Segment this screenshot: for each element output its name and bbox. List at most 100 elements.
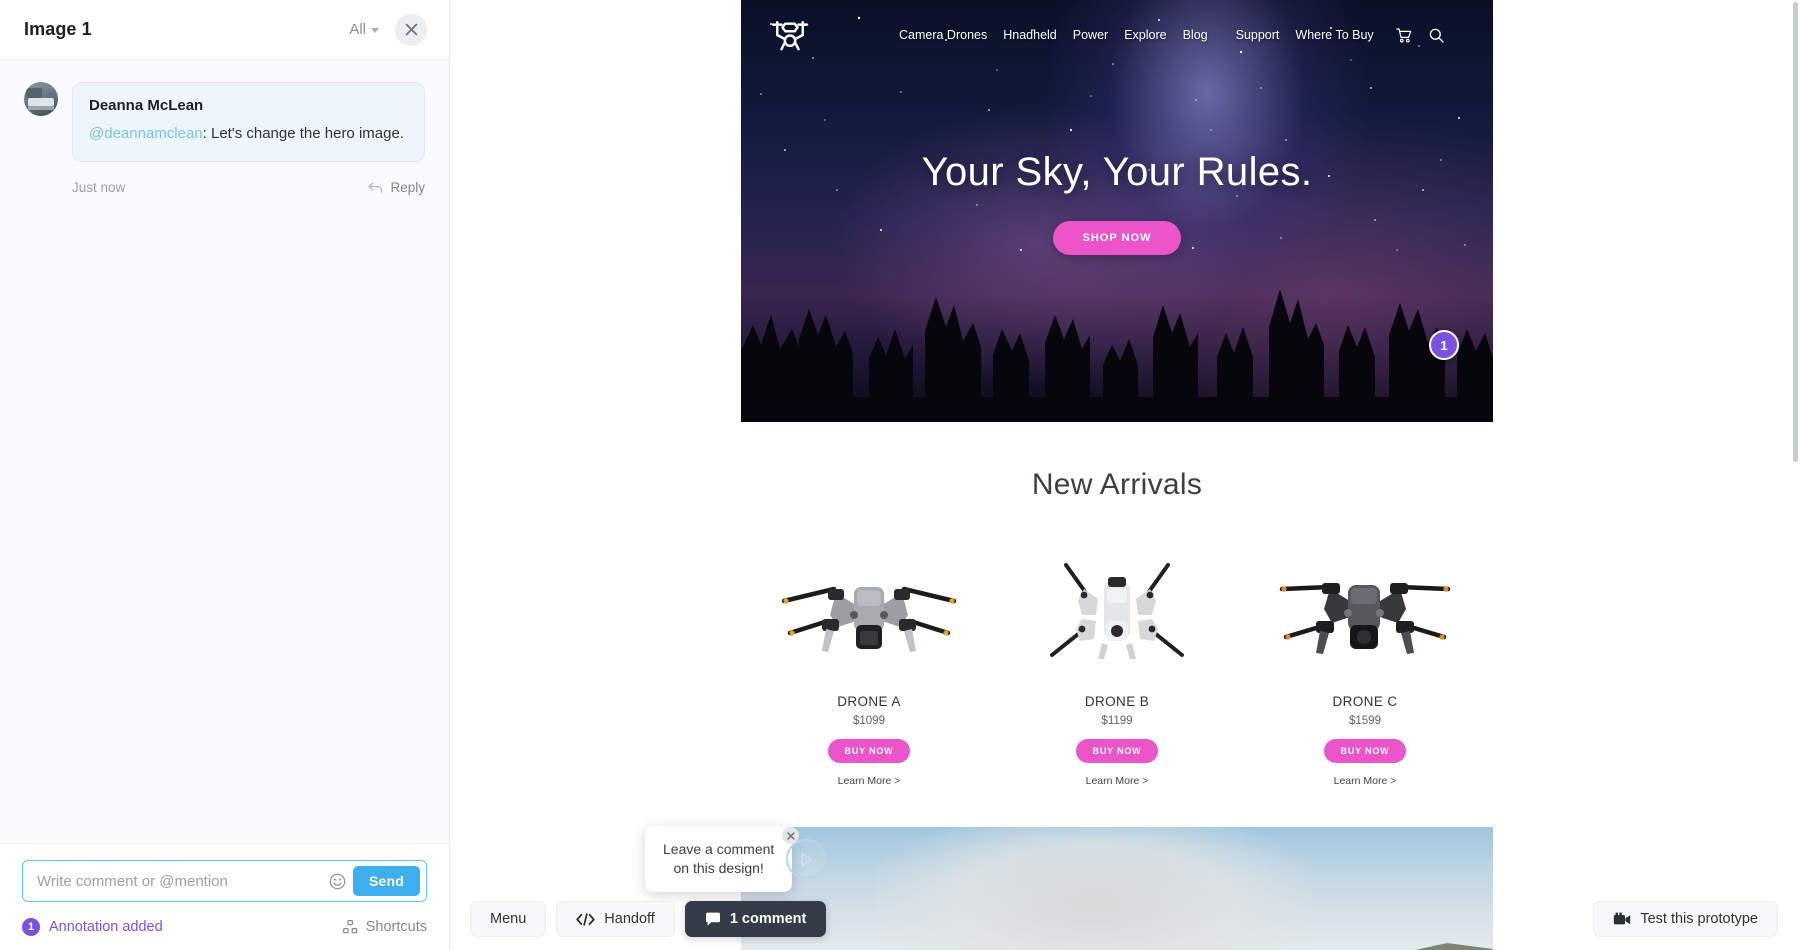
emoji-icon <box>330 873 346 889</box>
hero-title: Your Sky, Your Rules. <box>921 150 1313 194</box>
product-image-drone-a <box>775 556 963 672</box>
avatar <box>24 82 58 116</box>
menu-button[interactable]: Menu <box>470 901 547 937</box>
product-price: $1199 <box>1101 715 1133 727</box>
play-prototype-button[interactable] <box>782 827 827 880</box>
test-prototype-button[interactable]: Test this prototype <box>1593 901 1778 937</box>
tree-silhouette <box>741 289 1493 422</box>
emoji-button[interactable] <box>323 873 353 890</box>
menu-label: Menu <box>490 911 527 927</box>
play-icon <box>800 852 812 866</box>
comment-count-label: 1 comment <box>729 911 807 927</box>
learn-more-link[interactable]: Learn More > <box>775 775 963 787</box>
code-icon <box>576 912 595 926</box>
nav-link-handheld[interactable]: Hnadheld <box>1003 28 1057 42</box>
landscape-banner <box>741 827 1493 950</box>
product-list: DRONE A $1099 BUY NOW Learn More > DRONE… <box>741 556 1493 787</box>
close-panel-button[interactable] <box>395 13 427 46</box>
search-icon[interactable] <box>1429 28 1444 43</box>
product-name: DRONE B <box>1084 694 1150 709</box>
learn-more-link[interactable]: Learn More > <box>1271 775 1459 787</box>
comment-composer: Send <box>22 860 427 902</box>
close-icon <box>405 23 417 36</box>
comment-body: @deannamclean: Let's change the hero ima… <box>89 123 408 145</box>
drone-logo-icon[interactable] <box>769 18 811 52</box>
site-nav: Camera Drones Hnadheld Power Explore Blo… <box>741 0 1493 70</box>
page-title: Image 1 <box>24 19 92 39</box>
comment-meta: Just now Reply <box>72 180 425 195</box>
prototype-frame: Camera Drones Hnadheld Power Explore Blo… <box>741 0 1493 950</box>
dismiss-tooltip-button[interactable] <box>782 827 800 845</box>
comment-list: Deanna McLean @deannamclean: Let's chang… <box>0 60 449 843</box>
comment-bubble: Deanna McLean @deannamclean: Let's chang… <box>72 82 425 162</box>
comment-bubble-icon <box>705 912 720 926</box>
mention-link[interactable]: @deannamclean <box>89 125 203 142</box>
shortcuts-label: Shortcuts <box>365 919 427 935</box>
send-button[interactable]: Send <box>352 866 420 896</box>
product-card[interactable]: DRONE A $1099 BUY NOW Learn More > <box>775 556 963 787</box>
app-root: Image 1 All Deanna McLean @deannamclean:… <box>0 0 1800 950</box>
canyon-cliffs <box>1415 943 1493 950</box>
close-icon <box>787 831 795 840</box>
comment-text: : Let's change the hero image. <box>202 125 404 142</box>
canvas-scrollbar[interactable] <box>1793 2 1798 462</box>
product-price: $1099 <box>853 715 885 727</box>
nav-link-explore[interactable]: Explore <box>1124 28 1166 42</box>
reply-label: Reply <box>390 179 425 195</box>
prototype-canvas[interactable]: Camera Drones Hnadheld Power Explore Blo… <box>450 0 1800 950</box>
onboarding-tooltip: Leave a comment on this design! <box>645 826 827 892</box>
product-card[interactable]: DRONE B $1199 BUY NOW Learn More > <box>1023 556 1211 787</box>
drone-c-illustration <box>1279 583 1451 654</box>
comment-filter-label: All <box>349 21 366 38</box>
nav-link-power[interactable]: Power <box>1073 28 1108 42</box>
product-image-drone-c <box>1271 556 1459 672</box>
comment-count-button[interactable]: 1 comment <box>684 901 827 937</box>
product-image-drone-b <box>1023 556 1211 672</box>
comment-item: Deanna McLean @deannamclean: Let's chang… <box>24 82 425 162</box>
nav-link-blog[interactable]: Blog <box>1183 28 1208 42</box>
comment-author: Deanna McLean <box>89 97 204 114</box>
annotation-status: 1 Annotation added Shortcuts <box>22 918 427 936</box>
new-arrivals-section: New Arrivals DRONE A $1099 BUY NOW Learn… <box>741 422 1493 787</box>
reply-arrow-icon <box>368 182 383 193</box>
handoff-label: Handoff <box>604 911 655 927</box>
comment-input[interactable] <box>23 861 323 901</box>
product-price: $1599 <box>1349 715 1381 727</box>
buy-now-button[interactable]: BUY NOW <box>827 739 911 763</box>
shortcuts-button[interactable]: Shortcuts <box>342 919 427 935</box>
buy-now-button[interactable]: BUY NOW <box>1323 739 1407 763</box>
test-prototype-label: Test this prototype <box>1640 911 1758 927</box>
comment-panel: Image 1 All Deanna McLean @deannamclean:… <box>0 0 450 950</box>
panel-header-actions: All <box>349 13 427 46</box>
panel-header: Image 1 All <box>0 0 449 60</box>
handoff-button[interactable]: Handoff <box>556 901 675 937</box>
drone-a-illustration <box>781 586 957 652</box>
annotation-pin-1[interactable]: 1 <box>1429 330 1459 360</box>
learn-more-link[interactable]: Learn More > <box>1023 775 1211 787</box>
product-card[interactable]: DRONE C $1599 BUY NOW Learn More > <box>1271 556 1459 787</box>
comment-timestamp: Just now <box>72 179 126 195</box>
buy-now-button[interactable]: BUY NOW <box>1075 739 1159 763</box>
status-badge: 1 <box>22 918 40 936</box>
drone-b-illustration <box>1050 563 1184 659</box>
product-name: DRONE A <box>837 694 901 709</box>
shortcuts-grid-icon <box>342 920 357 934</box>
nav-icons <box>1395 27 1444 43</box>
comment-filter-dropdown[interactable]: All <box>349 21 379 38</box>
nav-links: Camera Drones Hnadheld Power Explore Blo… <box>899 28 1374 42</box>
chevron-down-icon <box>371 28 379 33</box>
shopping-cart-icon[interactable] <box>1395 27 1412 43</box>
nav-link-where-to-buy[interactable]: Where To Buy <box>1295 28 1373 42</box>
panel-footer: Send 1 Annotation added Shortcuts <box>0 843 449 950</box>
section-title: New Arrivals <box>1031 468 1203 501</box>
shop-now-button[interactable]: SHOP NOW <box>1052 221 1182 255</box>
nav-link-camera-drones[interactable]: Camera Drones <box>899 28 987 42</box>
product-name: DRONE C <box>1332 694 1398 709</box>
hero-content: Your Sky, Your Rules. SHOP NOW <box>741 150 1493 255</box>
nav-link-support[interactable]: Support <box>1236 28 1280 42</box>
hero-section: Camera Drones Hnadheld Power Explore Blo… <box>741 0 1493 422</box>
bottom-toolbar-left: Menu Handoff 1 comment <box>470 901 827 937</box>
reply-button[interactable]: Reply <box>368 180 425 195</box>
tooltip-text: Leave a comment on this design! <box>645 826 793 892</box>
bottom-toolbar-right: Test this prototype <box>1593 901 1778 937</box>
